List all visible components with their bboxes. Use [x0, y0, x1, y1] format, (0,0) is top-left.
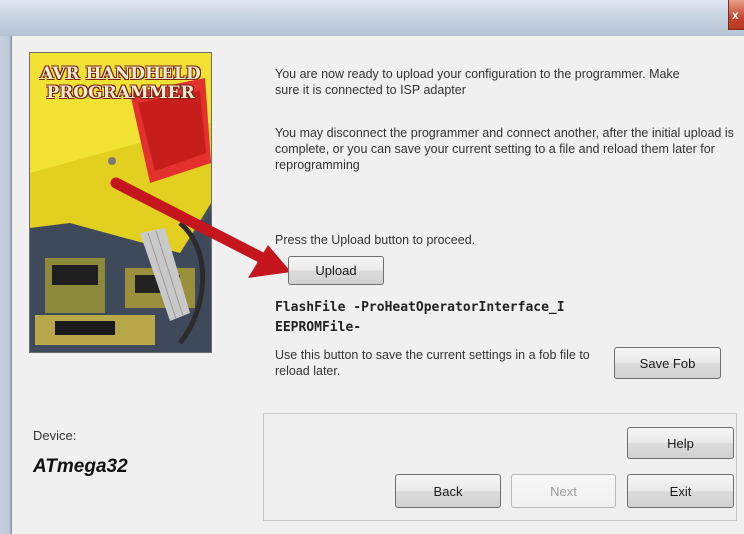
close-icon: x	[732, 8, 739, 22]
flash-file-label: FlashFile -ProHeatOperatorInterface_I	[275, 300, 565, 315]
red-arrow-icon	[110, 177, 291, 278]
title-bar	[0, 0, 744, 36]
help-button[interactable]: Help	[627, 427, 734, 459]
instruction-ready: You are now ready to upload your configu…	[275, 67, 680, 97]
instruction-press-upload: Press the Upload button to proceed.	[275, 233, 476, 247]
back-button[interactable]: Back	[395, 474, 501, 508]
window-frame	[0, 36, 11, 534]
next-button[interactable]: Next	[511, 474, 616, 508]
exit-button[interactable]: Exit	[627, 474, 734, 508]
upload-button[interactable]: Upload	[288, 256, 384, 285]
save-fob-description: Use this button to save the current sett…	[275, 348, 590, 378]
hero-title: AVR HANDHELD PROGRAMMER	[40, 64, 201, 103]
device-value: ATmega32	[33, 456, 128, 477]
close-button[interactable]: x	[728, 0, 744, 30]
instruction-disconnect: You may disconnect the programmer and co…	[275, 126, 734, 172]
device-label: Device:	[33, 428, 77, 443]
eeprom-file-label: EEPROMFile-	[275, 320, 362, 335]
save-fob-button[interactable]: Save Fob	[614, 347, 721, 379]
